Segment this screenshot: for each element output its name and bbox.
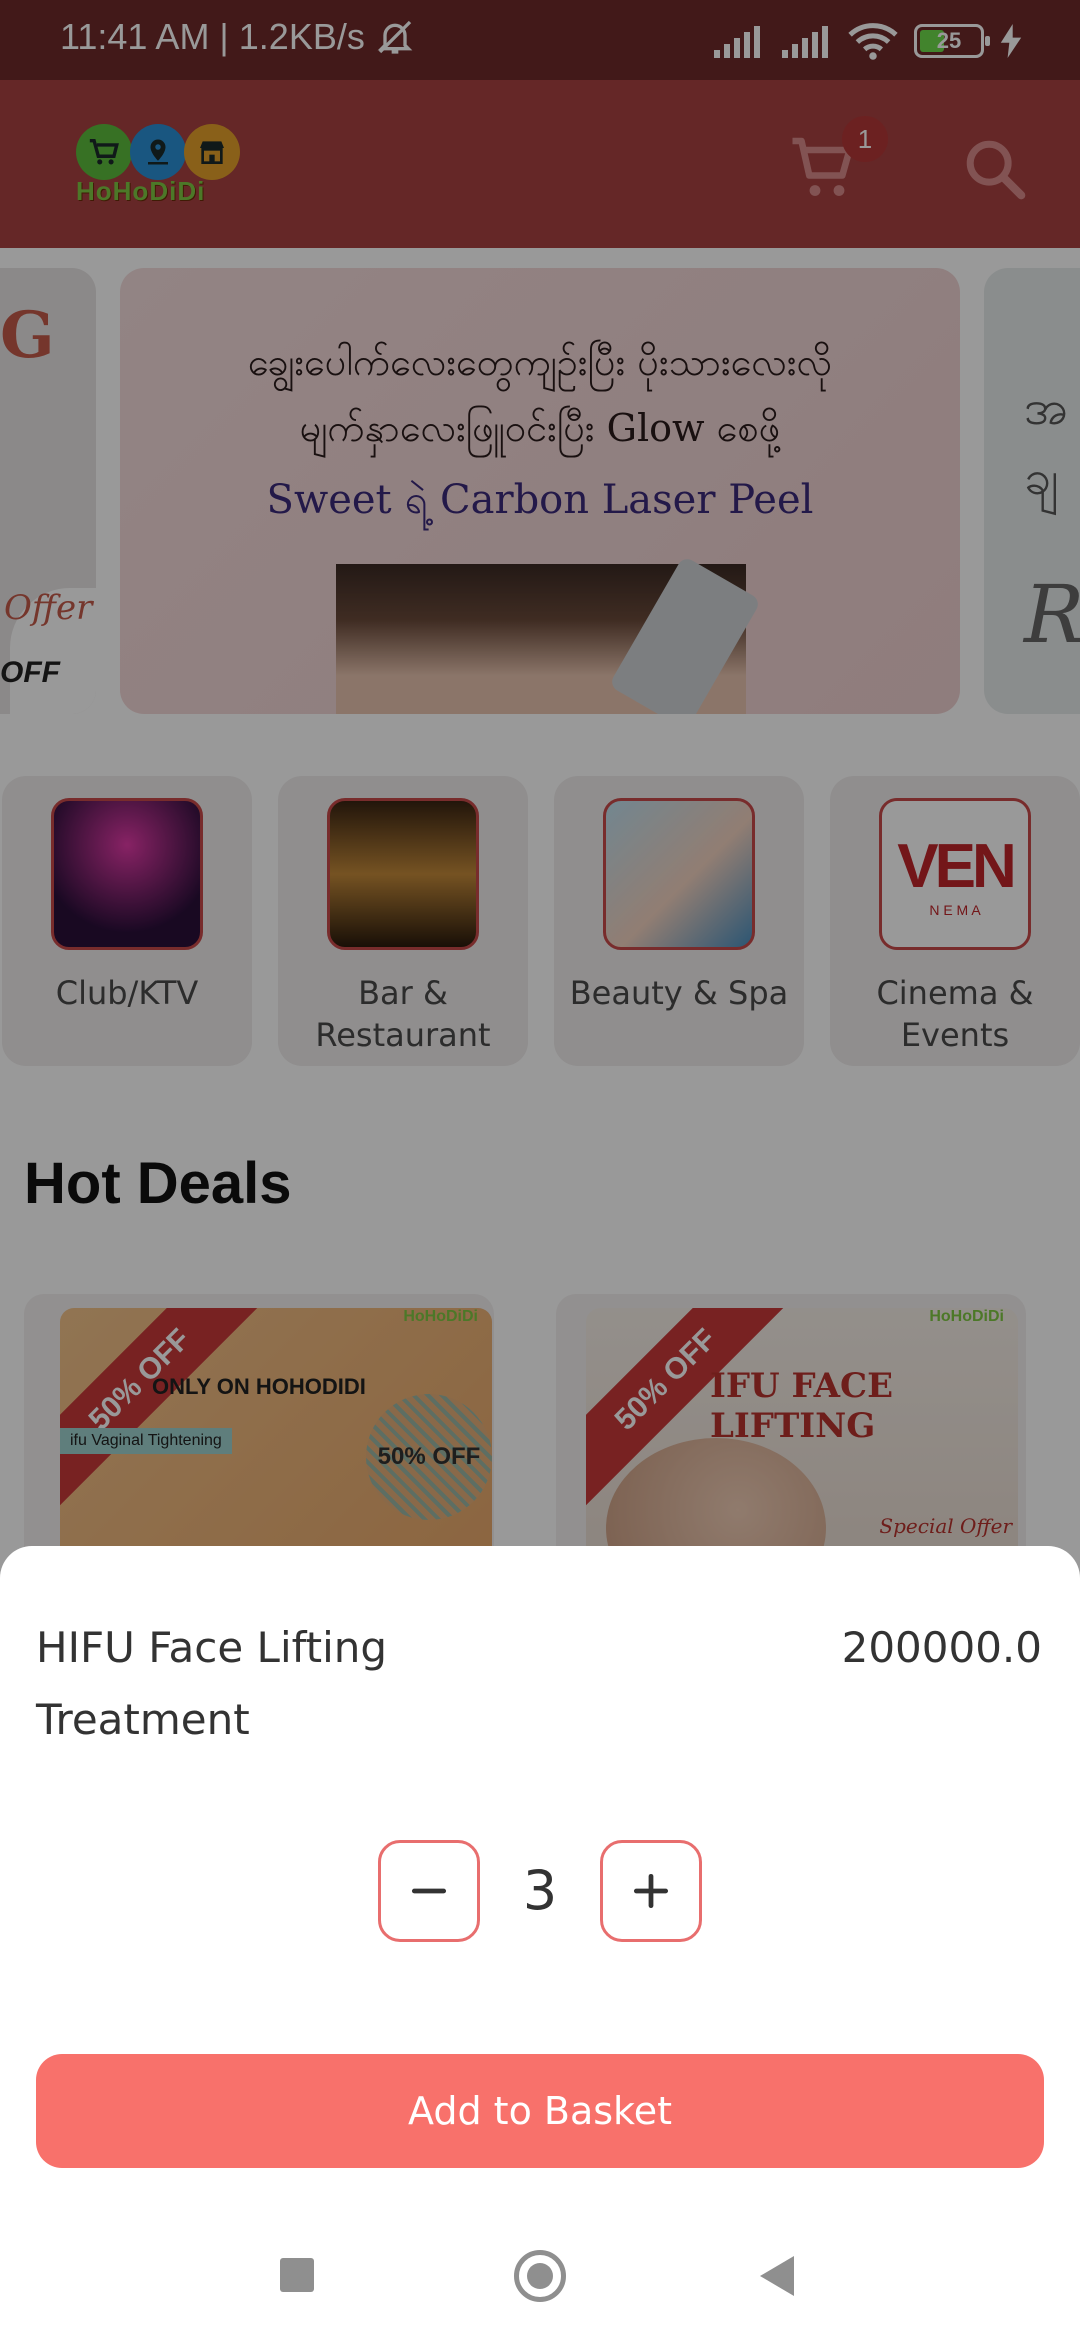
recents-icon[interactable] [280, 2258, 314, 2292]
home-icon[interactable] [514, 2250, 566, 2302]
quantity-decrease-button[interactable] [378, 1840, 480, 1942]
back-icon[interactable] [760, 2256, 794, 2296]
product-name: HIFU Face Lifting Treatment [36, 1623, 388, 1744]
system-nav-bar [0, 2220, 1080, 2340]
add-to-basket-button[interactable]: Add to Basket [36, 2054, 1044, 2168]
quantity-value: 3 [522, 1859, 558, 1922]
minus-icon [411, 1888, 447, 1894]
plus-icon [633, 1873, 669, 1909]
product-price: 200000.0 [841, 1623, 1042, 1672]
quantity-increase-button[interactable] [600, 1840, 702, 1942]
